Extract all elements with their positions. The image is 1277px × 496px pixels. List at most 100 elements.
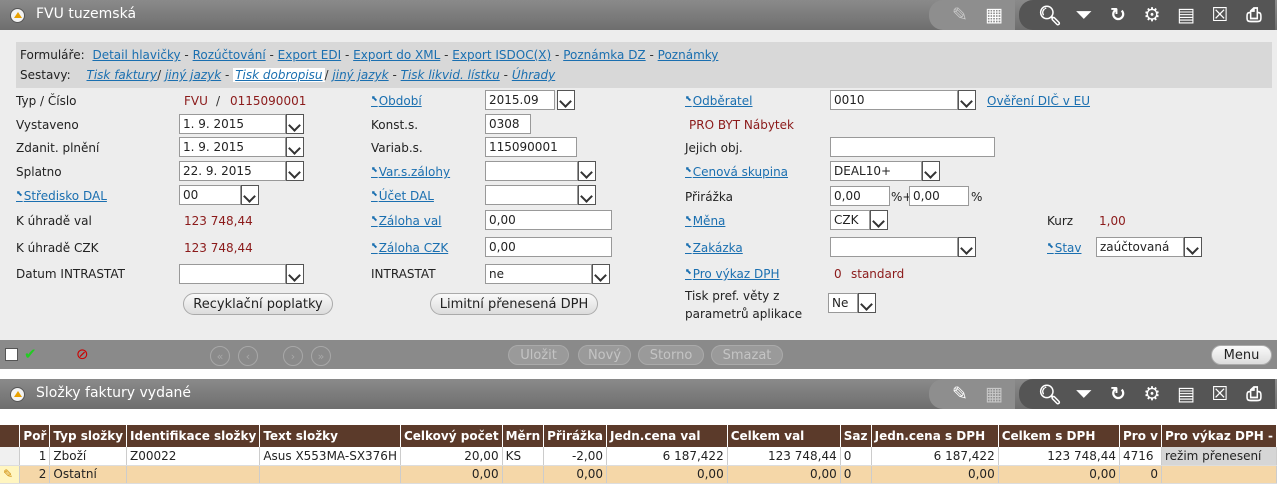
zdanit-field[interactable]: 1. 9. 2015 (179, 137, 286, 157)
cell[interactable]: -2,00 (543, 447, 608, 466)
chevron-down-icon[interactable] (958, 237, 976, 257)
new-row-icon[interactable]: ✎ (0, 465, 21, 484)
chevron-down-icon[interactable] (578, 161, 596, 181)
row-selector[interactable] (0, 447, 21, 466)
variab-field[interactable]: 115090001 (485, 137, 577, 157)
print-icon[interactable]: ⎙ (1237, 0, 1271, 30)
last-record-icon[interactable]: » (311, 346, 331, 366)
varzal-label[interactable]: Var.s.zálohy (371, 165, 450, 179)
column-header[interactable]: Typ složky (49, 425, 128, 447)
cell[interactable]: 6 187,422 (606, 447, 728, 466)
storno-button[interactable]: Storno (638, 345, 704, 365)
cenova-label[interactable]: Cenová skupina (685, 165, 788, 179)
cell[interactable]: Zboží (49, 447, 128, 466)
vykaz-label[interactable]: Pro výkaz DPH (685, 267, 780, 281)
cell[interactable]: 2 (19, 465, 51, 484)
zaloha-val-label[interactable]: Záloha val (371, 214, 442, 228)
cell[interactable]: režim přenesení (1161, 447, 1277, 466)
cell[interactable]: 0,00 (998, 465, 1121, 484)
edit-icon[interactable]: ✎ (943, 0, 977, 30)
column-header[interactable]: Měrn (502, 425, 545, 447)
refresh-icon[interactable]: ↻ (1101, 379, 1135, 409)
cell[interactable]: Ostatní (49, 465, 128, 484)
konst-field[interactable]: 0308 (485, 114, 531, 134)
link-jiny-jazyk-2[interactable]: jiný jazyk (332, 68, 388, 82)
cell[interactable] (502, 465, 545, 484)
jejich-field[interactable] (830, 137, 995, 157)
link-export-isdoc[interactable]: Export ISDOC(X) (452, 48, 551, 62)
first-record-icon[interactable]: « (210, 346, 230, 366)
mena-label[interactable]: Měna (685, 214, 726, 228)
grid-icon[interactable]: ▦ (977, 0, 1011, 30)
chevron-down-icon[interactable] (286, 161, 304, 181)
edit-icon[interactable]: ✎ (943, 379, 977, 409)
column-header[interactable]: Pro v (1119, 425, 1162, 447)
chevron-down-icon[interactable] (922, 161, 940, 181)
search-icon[interactable]: 🔍︎ (1033, 379, 1067, 409)
chevron-down-icon[interactable] (286, 137, 304, 157)
delete-button[interactable]: Smazat (711, 345, 783, 365)
obdobi-label[interactable]: Období (371, 94, 422, 108)
table-row[interactable]: 1 Zboží Z00022 Asus X553MA-SX376H 20,00 … (0, 447, 1277, 466)
cell[interactable]: 0 (840, 465, 872, 484)
column-header[interactable]: Saz (840, 425, 872, 447)
column-header[interactable]: Celkem val (727, 425, 841, 447)
column-header[interactable]: Pro výkaz DPH - (1161, 425, 1277, 447)
prirazka-field-1[interactable]: 0,00 (830, 186, 890, 206)
column-header[interactable]: Přirážka (543, 425, 608, 447)
document-icon[interactable]: ▤ (1169, 379, 1203, 409)
table-row[interactable]: ✎ 2 Ostatní 0,00 0,00 0,00 0,00 0 0,00 0… (0, 465, 1277, 484)
odberatel-label[interactable]: Odběratel (685, 94, 753, 108)
link-tisk-faktury[interactable]: Tisk faktury (87, 68, 158, 82)
cell[interactable]: 0 (840, 447, 872, 466)
link-export-edi[interactable]: Export EDI (278, 48, 341, 62)
chevron-down-icon[interactable] (286, 114, 304, 134)
recyklacni-button[interactable]: Recyklační poplatky (183, 293, 333, 315)
chevron-down-icon[interactable] (1184, 237, 1202, 257)
print-icon[interactable]: ⎙ (1237, 379, 1271, 409)
save-button[interactable]: Uložit (508, 345, 569, 365)
cell[interactable]: 4716 (1119, 447, 1162, 466)
ucet-field[interactable] (485, 185, 578, 205)
cell[interactable]: 123 748,44 (998, 447, 1121, 466)
column-header[interactable]: Celkový počet (400, 425, 503, 447)
column-header[interactable]: Identifikace složky (126, 425, 261, 447)
chevron-down-icon[interactable] (286, 264, 304, 284)
next-record-icon[interactable]: › (283, 346, 303, 366)
mena-field[interactable]: CZK (830, 210, 870, 230)
cell[interactable]: 123 748,44 (727, 447, 841, 466)
obdobi-field[interactable]: 2015.09 (485, 90, 555, 110)
cell[interactable]: Z00022 (126, 447, 261, 466)
select-all-checkbox[interactable] (5, 348, 18, 361)
intrastat-field[interactable]: ne (485, 264, 592, 284)
filter-check-icon[interactable]: ✔ (24, 345, 37, 363)
filter-icon[interactable]: ⏷ (1067, 379, 1101, 409)
limitni-button[interactable]: Limitní přenesená DPH (430, 293, 598, 315)
link-export-xml[interactable]: Export do XML (353, 48, 440, 62)
search-icon[interactable]: 🔍︎ (1033, 0, 1067, 30)
stav-label[interactable]: Stav (1047, 241, 1082, 255)
cell[interactable]: 0,00 (606, 465, 728, 484)
new-button[interactable]: Nový (578, 345, 631, 365)
cell[interactable]: 0,00 (400, 465, 503, 484)
chevron-down-icon[interactable] (557, 90, 575, 110)
link-tisk-likvid[interactable]: Tisk likvid. lístku (401, 68, 500, 82)
filter-icon[interactable]: ⏷ (1067, 0, 1101, 30)
cell[interactable]: 0,00 (543, 465, 608, 484)
stav-field[interactable]: zaúčtovaná (1096, 237, 1184, 257)
overeni-dic-link[interactable]: Ověření DIČ v EU (987, 94, 1090, 108)
zaloha-czk-label[interactable]: Záloha CZK (371, 241, 449, 255)
cell[interactable]: 1 (19, 447, 51, 466)
cell[interactable]: 0,00 (727, 465, 841, 484)
cell[interactable]: 0,00 (871, 465, 999, 484)
cell[interactable]: 20,00 (400, 447, 503, 466)
chevron-down-icon[interactable] (958, 90, 976, 110)
varzal-field[interactable] (485, 161, 578, 181)
cell[interactable]: 6 187,422 (871, 447, 999, 466)
document-icon[interactable]: ▤ (1169, 0, 1203, 30)
chevron-down-icon[interactable] (858, 293, 876, 313)
link-tisk-dobropisu[interactable]: Tisk dobropisu (233, 68, 325, 82)
intrastat-date-field[interactable] (179, 264, 286, 284)
column-header[interactable]: Jedn.cena val (606, 425, 728, 447)
settings-user-icon[interactable]: ⚙ (1135, 379, 1169, 409)
